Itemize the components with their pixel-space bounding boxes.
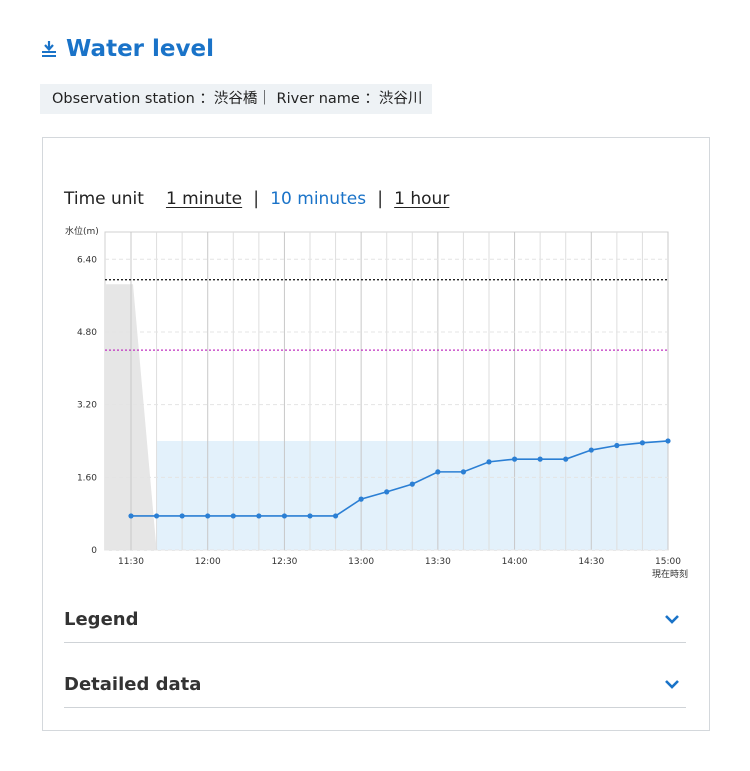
legend-label: Legend [64, 608, 139, 630]
legend-accordion[interactable]: Legend [64, 596, 686, 643]
x-tick-label: 11:30 [118, 557, 144, 567]
x-tick-label: 14:00 [502, 557, 528, 567]
page-title: Water level [40, 36, 214, 62]
data-point [511, 456, 518, 462]
data-point [332, 513, 339, 519]
x-tick-label: 13:00 [348, 557, 374, 567]
data-point [256, 513, 262, 519]
separator: | [377, 188, 384, 209]
page-title-text: Water level [66, 36, 214, 62]
data-point [230, 513, 236, 519]
data-point [665, 438, 671, 444]
time-unit-selector: Time unit 1 minute | 10 minutes | 1 hour [64, 188, 449, 209]
y-tick-label: 0 [91, 546, 97, 556]
data-point [563, 456, 569, 462]
x-axis-note: 現在時刻 [652, 568, 688, 580]
data-point [281, 513, 288, 519]
data-point [128, 513, 134, 519]
water-level-chart: 水位(m) 0 1.60 3.20 4.80 6.40 11:30 12:00 12:30 13:… [65, 225, 688, 580]
y-tick-label: 3.20 [77, 401, 97, 411]
data-point [537, 456, 543, 462]
time-unit-10-minutes[interactable]: 10 minutes [270, 189, 366, 209]
detailed-data-label: Detailed data [64, 673, 202, 695]
data-point [307, 513, 313, 519]
y-axis-label: 水位(m) [65, 225, 99, 237]
x-tick-label: 12:00 [195, 557, 221, 567]
data-point [179, 513, 185, 519]
chevron-down-icon [665, 680, 679, 689]
data-point [384, 489, 390, 495]
x-tick-label: 14:30 [578, 557, 604, 567]
y-tick-label: 1.60 [77, 473, 97, 483]
data-point [614, 442, 620, 449]
detailed-data-accordion[interactable]: Detailed data [64, 661, 686, 708]
station-info: Observation station ：渋谷橋｜ River name ：渋谷… [40, 84, 433, 114]
x-tick-label: 15:00 [655, 557, 681, 567]
time-unit-1-hour[interactable]: 1 hour [394, 189, 449, 209]
data-point [435, 469, 441, 475]
data-point [460, 469, 467, 475]
separator: | [253, 188, 260, 209]
x-tick-label: 13:30 [425, 557, 451, 567]
data-point [486, 459, 492, 465]
water-level-icon [42, 41, 56, 57]
y-tick-label: 6.40 [77, 255, 97, 265]
data-point [358, 496, 364, 502]
data-point [153, 513, 160, 519]
data-point [588, 447, 594, 453]
x-tick-label: 12:30 [271, 557, 297, 567]
chevron-down-icon [665, 615, 679, 624]
data-point [409, 481, 415, 487]
data-point [639, 440, 646, 446]
data-point [205, 513, 211, 519]
time-unit-1-minute[interactable]: 1 minute [166, 189, 242, 209]
time-unit-label: Time unit [64, 188, 144, 209]
y-tick-label: 4.80 [77, 328, 97, 338]
